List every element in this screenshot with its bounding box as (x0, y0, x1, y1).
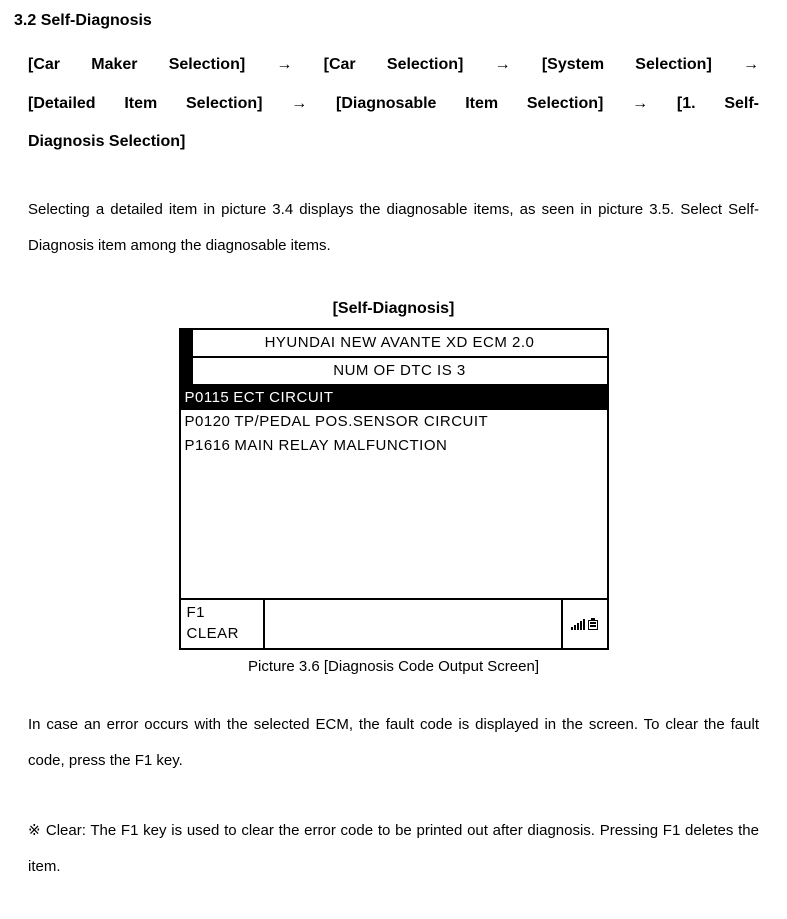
softkey-f1-clear[interactable]: F1 CLEAR (181, 600, 265, 648)
device-footer: F1 CLEAR (181, 598, 607, 648)
dtc-empty-area (181, 458, 607, 598)
post-paragraph: In case an error occurs with the selecte… (28, 707, 759, 779)
device-header-row: HYUNDAI NEW AVANTE XD ECM 2.0 (181, 330, 607, 358)
dtc-row[interactable]: P0115 ECT CIRCUIT (181, 386, 607, 410)
breadcrumb-line-2: [Detailed Item Selection] → [Diagnosable… (28, 85, 759, 123)
dtc-code: P0115 (185, 387, 230, 408)
device-body: P0115 ECT CIRCUIT P0120 TP/PEDAL POS.SEN… (181, 386, 607, 598)
section-heading: 3.2 Self-Diagnosis (14, 10, 773, 32)
dtc-desc: ECT CIRCUIT (233, 387, 602, 408)
dtc-row[interactable]: P0120 TP/PEDAL POS.SENSOR CIRCUIT (181, 410, 607, 434)
device-subheader: NUM OF DTC IS 3 (193, 358, 607, 386)
device-frame: HYUNDAI NEW AVANTE XD ECM 2.0 NUM OF DTC… (179, 328, 609, 650)
status-icons (561, 600, 607, 648)
device-sidebar-top (181, 330, 193, 358)
dtc-code: P0120 (185, 411, 231, 432)
device-screenshot: HYUNDAI NEW AVANTE XD ECM 2.0 NUM OF DTC… (14, 328, 773, 650)
battery-icon (588, 618, 598, 630)
figure-title: [Self-Diagnosis] (14, 298, 773, 320)
device-subheader-row: NUM OF DTC IS 3 (181, 358, 607, 386)
breadcrumb-line-3: Diagnosis Selection] (28, 123, 759, 161)
signal-icon (571, 618, 585, 630)
device-sidebar-sub (181, 358, 193, 386)
dtc-desc: TP/PEDAL POS.SENSOR CIRCUIT (234, 411, 602, 432)
clear-note: ※ Clear: The F1 key is used to clear the… (28, 813, 759, 885)
dtc-code: P1616 (185, 435, 231, 456)
footer-spacer (265, 600, 561, 648)
device-header: HYUNDAI NEW AVANTE XD ECM 2.0 (193, 330, 607, 358)
dtc-desc: MAIN RELAY MALFUNCTION (234, 435, 602, 456)
figure-caption: Picture 3.6 [Diagnosis Code Output Scree… (14, 656, 773, 677)
intro-paragraph: Selecting a detailed item in picture 3.4… (28, 192, 759, 264)
breadcrumb-line-1: [Car Maker Selection] → [Car Selection] … (28, 46, 759, 84)
dtc-row[interactable]: P1616 MAIN RELAY MALFUNCTION (181, 434, 607, 458)
